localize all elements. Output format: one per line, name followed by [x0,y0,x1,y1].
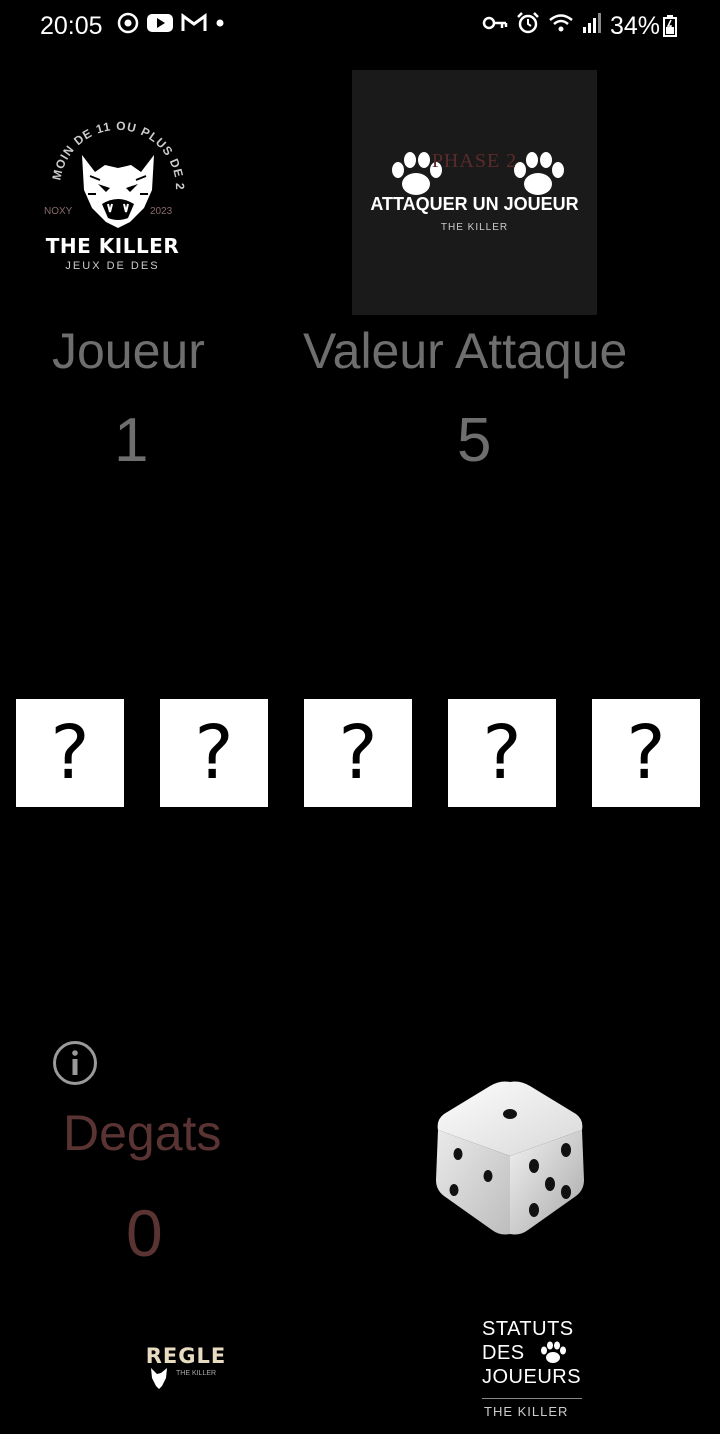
joueur-value: 1 [114,406,149,475]
roll-dice-button[interactable] [430,1078,590,1238]
gmail-icon [181,13,207,31]
regle-button[interactable]: REGLE THE KILLER [140,1344,235,1396]
status-bar: 20:05 34% [0,0,720,54]
dice-card-1[interactable]: ? [16,699,124,807]
battery-percent: 34% [610,12,661,40]
key-icon [482,16,508,30]
signal-icon [583,13,601,33]
statuts-line-2: DES [482,1342,525,1364]
regle-subtitle: THE KILLER [176,1370,217,1377]
dice-cards-row: ? ? ? ? ? [16,699,700,807]
dice-card-3[interactable]: ? [304,699,412,807]
phase-panel: PHASE 2 ATTAQUER UN JOUEUR THE KILLER [352,70,597,315]
phase-title: ATTAQUER UN JOUEUR [370,194,579,214]
logo-title: THE KILLER [45,234,180,258]
valeur-attaque-header: Valeur Attaque [303,323,628,379]
dice-card-5[interactable]: ? [592,699,700,807]
regle-label: REGLE [145,1344,227,1368]
battery-icon [663,15,677,37]
paw-icon [541,1341,566,1363]
valeur-attaque-value: 5 [457,406,492,475]
degats-header: Degats [63,1105,222,1161]
logo-subtitle: JEUX DE DES [65,260,160,272]
phase-subtitle: THE KILLER [440,222,509,233]
dice-card-2[interactable]: ? [160,699,268,807]
camera-icon [117,12,139,34]
status-time: 20:05 [40,12,103,40]
system-icons [482,12,602,34]
dot-icon [216,19,224,27]
statuts-line-3: JOUEURS [482,1366,582,1388]
info-icon[interactable] [52,1040,98,1086]
statuts-subtitle: THE KILLER [484,1404,569,1419]
notification-icons [117,12,225,34]
logo-side-left: NOXY [44,206,73,217]
youtube-icon [147,14,173,32]
statuts-line-1: STATUTS [482,1318,574,1340]
logo-side-right: 2023 [150,206,173,217]
wifi-icon [549,14,573,32]
alarm-icon [517,12,539,34]
wolf-mark-icon [151,1368,167,1389]
dice-card-4[interactable]: ? [448,699,556,807]
degats-value: 0 [126,1196,163,1270]
phase-label: PHASE 2 [431,150,518,172]
statuts-joueurs-button[interactable]: STATUTS DES JOUEURS THE KILLER [482,1316,592,1419]
joueur-header: Joueur [52,323,205,379]
statuts-divider [482,1398,582,1399]
